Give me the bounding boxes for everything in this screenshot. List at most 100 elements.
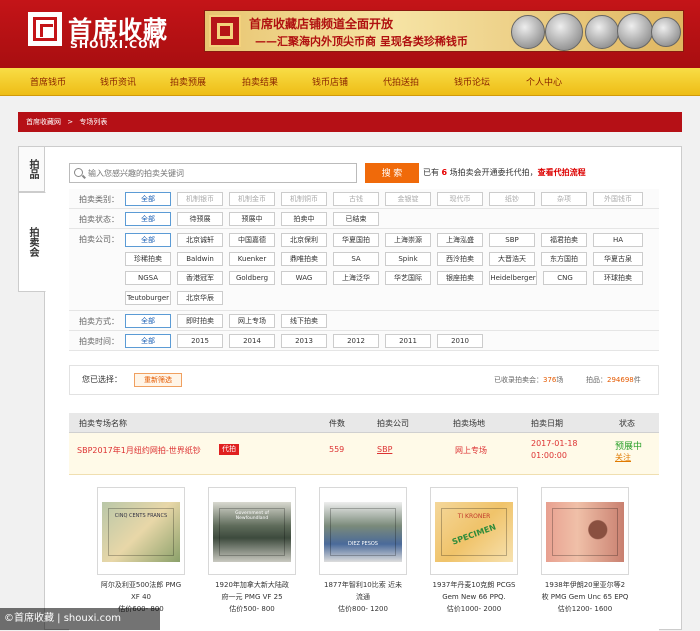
filter-option[interactable]: Goldberg <box>229 271 275 285</box>
filter-option[interactable]: 2015 <box>177 334 223 348</box>
filter-option[interactable]: 古钱 <box>333 192 379 206</box>
filter-option[interactable]: 外国钱币 <box>593 192 643 206</box>
filter-option[interactable]: 拍卖中 <box>281 212 327 226</box>
filter-option[interactable]: 大晋浩天 <box>489 252 535 266</box>
filter-option[interactable]: 中国嘉德 <box>229 233 275 247</box>
search-input[interactable] <box>88 166 348 180</box>
nav-item-shops[interactable]: 钱币店铺 <box>312 75 348 88</box>
filter-option[interactable]: 华艺国际 <box>385 271 431 285</box>
filter-option[interactable]: 网上专场 <box>229 314 275 328</box>
filter-option[interactable]: 2013 <box>281 334 327 348</box>
tab-lots[interactable]: 拍品 <box>18 146 46 192</box>
filter-option[interactable]: SA <box>333 252 379 266</box>
tab-auctions[interactable]: 拍卖会 <box>18 192 46 292</box>
filter-option[interactable]: Baldwin <box>177 252 223 266</box>
filter-option[interactable]: 北京保利 <box>281 233 327 247</box>
nav-item-user-center[interactable]: 个人中心 <box>526 75 562 88</box>
breadcrumb: 首席收藏网 > 专场列表 <box>18 112 682 132</box>
filter-option[interactable]: 2010 <box>437 334 483 348</box>
view-proxy-process-link[interactable]: 查看代拍流程 <box>538 168 586 177</box>
filter-option[interactable]: 机制金币 <box>229 192 275 206</box>
filter-option[interactable]: 现代币 <box>437 192 483 206</box>
nav-item-preview[interactable]: 拍卖预展 <box>170 75 206 88</box>
filter-option[interactable]: 上海崇源 <box>385 233 431 247</box>
lot-thumbnail[interactable]: TI KRONER SPECIMEN <box>430 487 518 575</box>
filter-option[interactable]: 华夏国拍 <box>333 233 379 247</box>
nav-item-proxy-bid[interactable]: 代拍送拍 <box>383 75 419 88</box>
filter-option[interactable]: NGSA <box>125 271 171 285</box>
filter-option[interactable]: 华夏古泉 <box>593 252 643 266</box>
selected-label: 您已选择： <box>82 375 122 384</box>
filter-option[interactable]: WAG <box>281 271 327 285</box>
filter-option[interactable]: Teutoburger <box>125 291 171 305</box>
filter-option[interactable]: 金银锭 <box>385 192 431 206</box>
nav-item-results[interactable]: 拍卖结果 <box>242 75 278 88</box>
filter-option[interactable]: 待预展 <box>177 212 223 226</box>
banner-headline: 首席收藏店铺频道全面开放 <box>249 17 394 31</box>
filter-option[interactable]: 机制铜币 <box>281 192 327 206</box>
nav-item-home[interactable]: 首席钱币 <box>30 75 66 88</box>
lot-title[interactable]: 1877年智利10比索 近未 <box>308 579 418 591</box>
coin-icon <box>545 13 583 51</box>
lot-title[interactable]: 1938年伊朗20里亚尔等2 <box>530 579 640 591</box>
filter-option[interactable]: 2014 <box>229 334 275 348</box>
nav-item-forum[interactable]: 钱币论坛 <box>454 75 490 88</box>
filter-option[interactable]: 北京华辰 <box>177 291 223 305</box>
site-logo[interactable]: 首席收藏 SHOUXI.COM <box>28 10 198 54</box>
filter-option[interactable]: Spink <box>385 252 431 266</box>
filter-option[interactable]: HA <box>593 233 643 247</box>
lot-thumbnail[interactable] <box>541 487 629 575</box>
filter-option[interactable]: 2011 <box>385 334 431 348</box>
filter-option[interactable]: 北京诚轩 <box>177 233 223 247</box>
filter-option[interactable]: Kuenker <box>229 252 275 266</box>
filter-option[interactable]: 银座拍卖 <box>437 271 483 285</box>
lot-title[interactable]: 1937年丹麦10克朗 PCGS <box>419 579 529 591</box>
filter-option[interactable]: 上海泛华 <box>333 271 379 285</box>
filter-option[interactable]: 上海泓盛 <box>437 233 483 247</box>
filter-option[interactable]: 福君拍卖 <box>541 233 587 247</box>
filter-option[interactable]: 全部 <box>125 334 171 348</box>
banner-subline: ——汇聚海内外顶尖币商 呈现各类珍稀钱币 <box>255 35 468 48</box>
filter-option[interactable]: 珍稀拍卖 <box>125 252 171 266</box>
filter-option[interactable]: 预展中 <box>229 212 275 226</box>
lot-thumbnail[interactable]: DIEZ PESOS <box>319 487 407 575</box>
filter-option[interactable]: 即时拍卖 <box>177 314 223 328</box>
filter-option[interactable]: 全部 <box>125 192 171 206</box>
filter-option[interactable]: 全部 <box>125 233 171 247</box>
side-tabs: 拍品 拍卖会 <box>18 146 46 292</box>
filter-option[interactable]: 东方国拍 <box>541 252 587 266</box>
breadcrumb-home-link[interactable]: 首席收藏网 <box>26 118 61 126</box>
filter-option[interactable]: CNG <box>543 271 587 285</box>
filter-option[interactable]: 香港冠军 <box>177 271 223 285</box>
recorded-auctions-stat: 已收录拍卖会：376场 <box>494 375 563 385</box>
auction-title-link[interactable]: SBP2017年1月纽约网拍-世界纸钞 <box>77 445 201 456</box>
lot-thumbnail[interactable]: CINQ CENTS FRANCS <box>97 487 185 575</box>
lot-title[interactable]: 阿尔及利亚500法郎 PMG <box>86 579 196 591</box>
coin-icon <box>651 17 681 47</box>
filter-option[interactable]: 杂项 <box>541 192 587 206</box>
filter-option[interactable]: 已结束 <box>333 212 379 226</box>
follow-link[interactable]: 关注 <box>615 452 631 463</box>
filter-option[interactable]: 西泠拍卖 <box>437 252 483 266</box>
nav-item-news[interactable]: 钱币资讯 <box>100 75 136 88</box>
filter-option[interactable]: 鼎唯拍卖 <box>281 252 327 266</box>
header-banner[interactable]: 首席收藏店铺频道全面开放 ——汇聚海内外顶尖币商 呈现各类珍稀钱币 <box>204 10 684 52</box>
note-text: CINQ CENTS FRANCS <box>108 508 174 556</box>
filter-option[interactable]: Heidelberger <box>489 271 537 285</box>
lot-title[interactable]: 1920年加拿大新大陆政 <box>197 579 307 591</box>
filter-option[interactable]: 线下拍卖 <box>281 314 327 328</box>
banner-logo-icon <box>209 15 241 47</box>
filter-option[interactable]: 全部 <box>125 212 171 226</box>
lot-estimate: 估价500- 800 <box>229 605 275 613</box>
filter-option[interactable]: 2012 <box>333 334 379 348</box>
filter-option[interactable]: 纸钞 <box>489 192 535 206</box>
lot-thumbnail[interactable]: Government of Newfoundland <box>208 487 296 575</box>
filter-option[interactable]: 机制银币 <box>177 192 223 206</box>
filter-option[interactable]: SBP <box>489 233 535 247</box>
company-link[interactable]: SBP <box>377 445 392 454</box>
stat-unit: 件 <box>633 376 641 384</box>
filter-option[interactable]: 环球拍卖 <box>593 271 643 285</box>
search-button[interactable]: 搜 索 <box>365 163 419 183</box>
reset-filters-button[interactable]: 重新筛选 <box>134 373 182 387</box>
filter-option[interactable]: 全部 <box>125 314 171 328</box>
